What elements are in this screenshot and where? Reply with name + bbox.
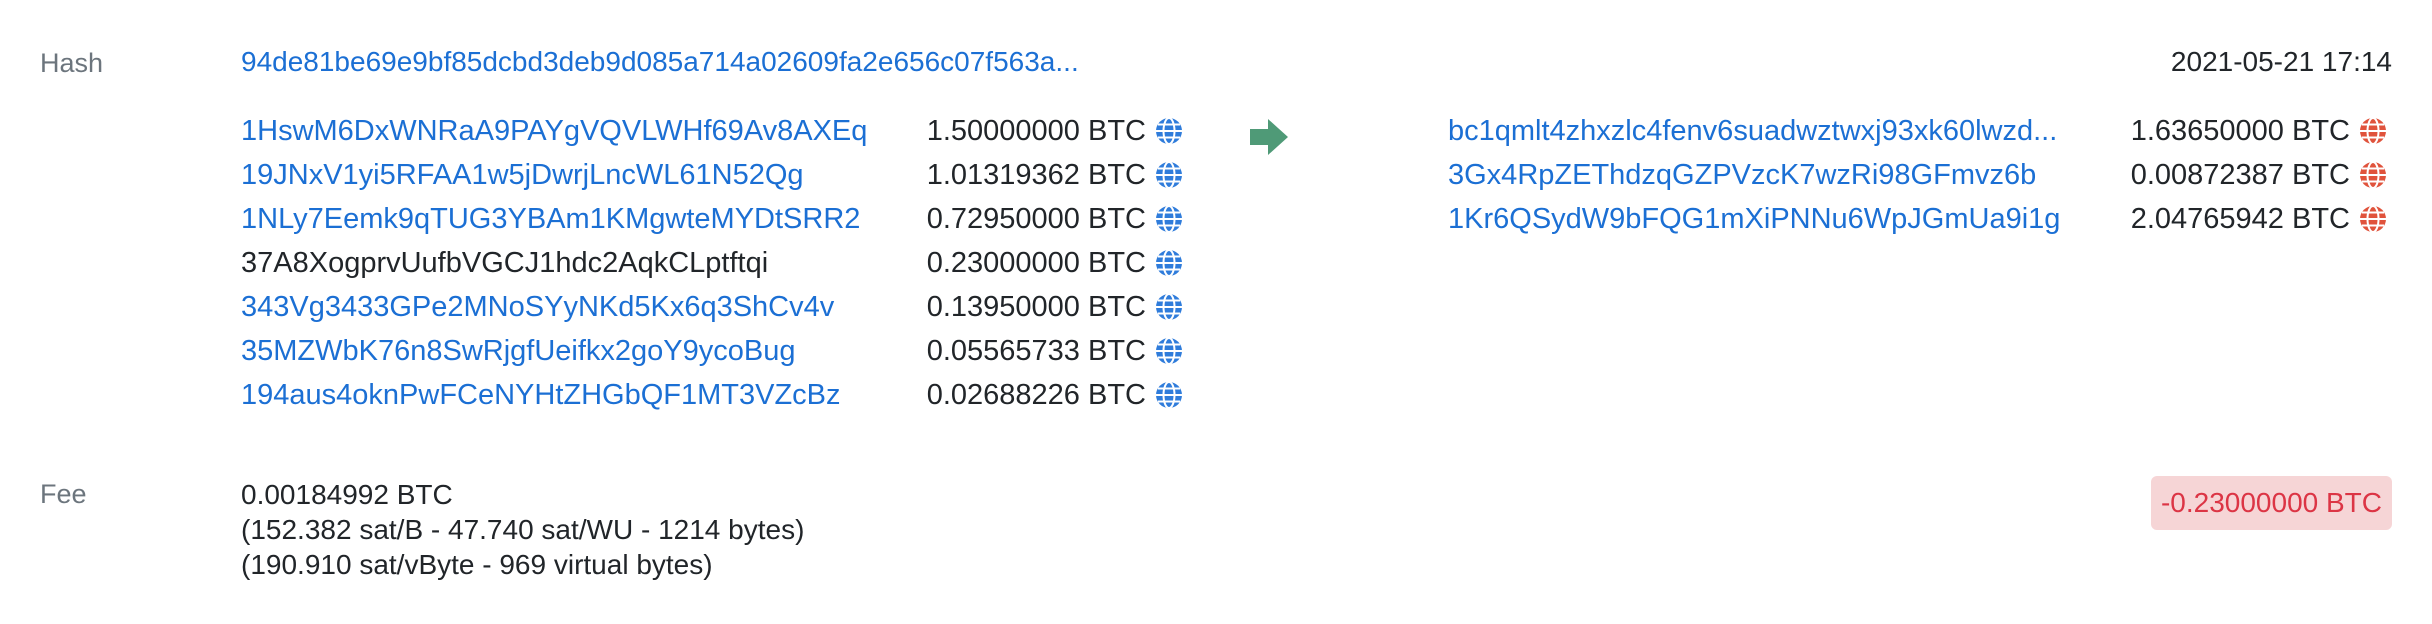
output-address[interactable]: bc1qmlt4zhxzlc4fenv6suadwztwxj93xk60lwzd… — [1448, 111, 2106, 151]
fee-rate-bytes: (152.382 sat/B - 47.740 sat/WU - 1214 by… — [241, 514, 805, 545]
input-amount: 0.02688226 BTC — [926, 379, 1146, 411]
output-amount: 1.63650000 BTC — [2130, 115, 2350, 147]
balance-change-badge: -0.23000000 BTC — [2150, 476, 2392, 530]
output-row: bc1qmlt4zhxzlc4fenv6suadwztwxj93xk60lwzd… — [0, 111, 2432, 151]
output-row: 3Gx4RpZEThdzqGZPVzcK7wzRi98GFmvz6b 0.0087… — [0, 155, 2432, 195]
fee-details: 0.00184992 BTC (152.382 sat/B - 47.740 s… — [241, 477, 804, 582]
globe-icon[interactable] — [1154, 292, 1184, 322]
input-amount: 0.23000000 BTC — [926, 247, 1146, 279]
globe-icon[interactable] — [1154, 380, 1184, 410]
input-address[interactable]: 194aus4oknPwFCeNYHtZHGbQF1MT3VZcBz — [241, 375, 881, 415]
input-address: 37A8XogprvUufbVGCJ1hdc2AqkCLptftqi — [241, 247, 769, 279]
fee-label: Fee — [40, 479, 87, 509]
input-address[interactable]: 343Vg3433GPe2MNoSYyNKd5Kx6q3ShCv4v — [241, 287, 881, 327]
globe-icon[interactable] — [1154, 248, 1184, 278]
output-amount: 0.00872387 BTC — [2130, 159, 2350, 191]
input-row: 194aus4oknPwFCeNYHtZHGbQF1MT3VZcBz 0.0268… — [0, 375, 1200, 415]
hash-label: Hash — [40, 48, 104, 78]
input-address[interactable]: 35MZWbK76n8SwRjgfUeifkx2goY9ycoBug — [241, 331, 881, 371]
tx-hash-link[interactable]: 94de81be69e9bf85dcbd3deb9d085a714a02609f… — [241, 46, 1079, 78]
globe-icon[interactable] — [1154, 336, 1184, 366]
globe-icon[interactable] — [2358, 116, 2388, 146]
input-row: 343Vg3433GPe2MNoSYyNKd5Kx6q3ShCv4v 0.1395… — [0, 287, 1200, 327]
globe-icon[interactable] — [2358, 204, 2388, 234]
tx-timestamp: 2021-05-21 17:14 — [2170, 46, 2392, 77]
input-amount: 0.05565733 BTC — [926, 335, 1146, 367]
output-row: 1Kr6QSydW9bFQG1mXiPNNu6WpJGmUa9i1g 2.0476… — [0, 199, 2432, 239]
input-row: 35MZWbK76n8SwRjgfUeifkx2goY9ycoBug 0.0556… — [0, 331, 1200, 371]
fee-rate-vbytes: (190.910 sat/vByte - 969 virtual bytes) — [241, 549, 713, 580]
input-row: 37A8XogprvUufbVGCJ1hdc2AqkCLptftqi 0.2300… — [0, 243, 1200, 283]
output-address[interactable]: 3Gx4RpZEThdzqGZPVzcK7wzRi98GFmvz6b — [1448, 155, 2106, 195]
globe-icon[interactable] — [2358, 160, 2388, 190]
output-address[interactable]: 1Kr6QSydW9bFQG1mXiPNNu6WpJGmUa9i1g — [1448, 199, 2106, 239]
fee-amount: 0.00184992 BTC — [241, 479, 453, 510]
input-amount: 0.13950000 BTC — [926, 291, 1146, 323]
output-amount: 2.04765942 BTC — [2130, 203, 2350, 235]
